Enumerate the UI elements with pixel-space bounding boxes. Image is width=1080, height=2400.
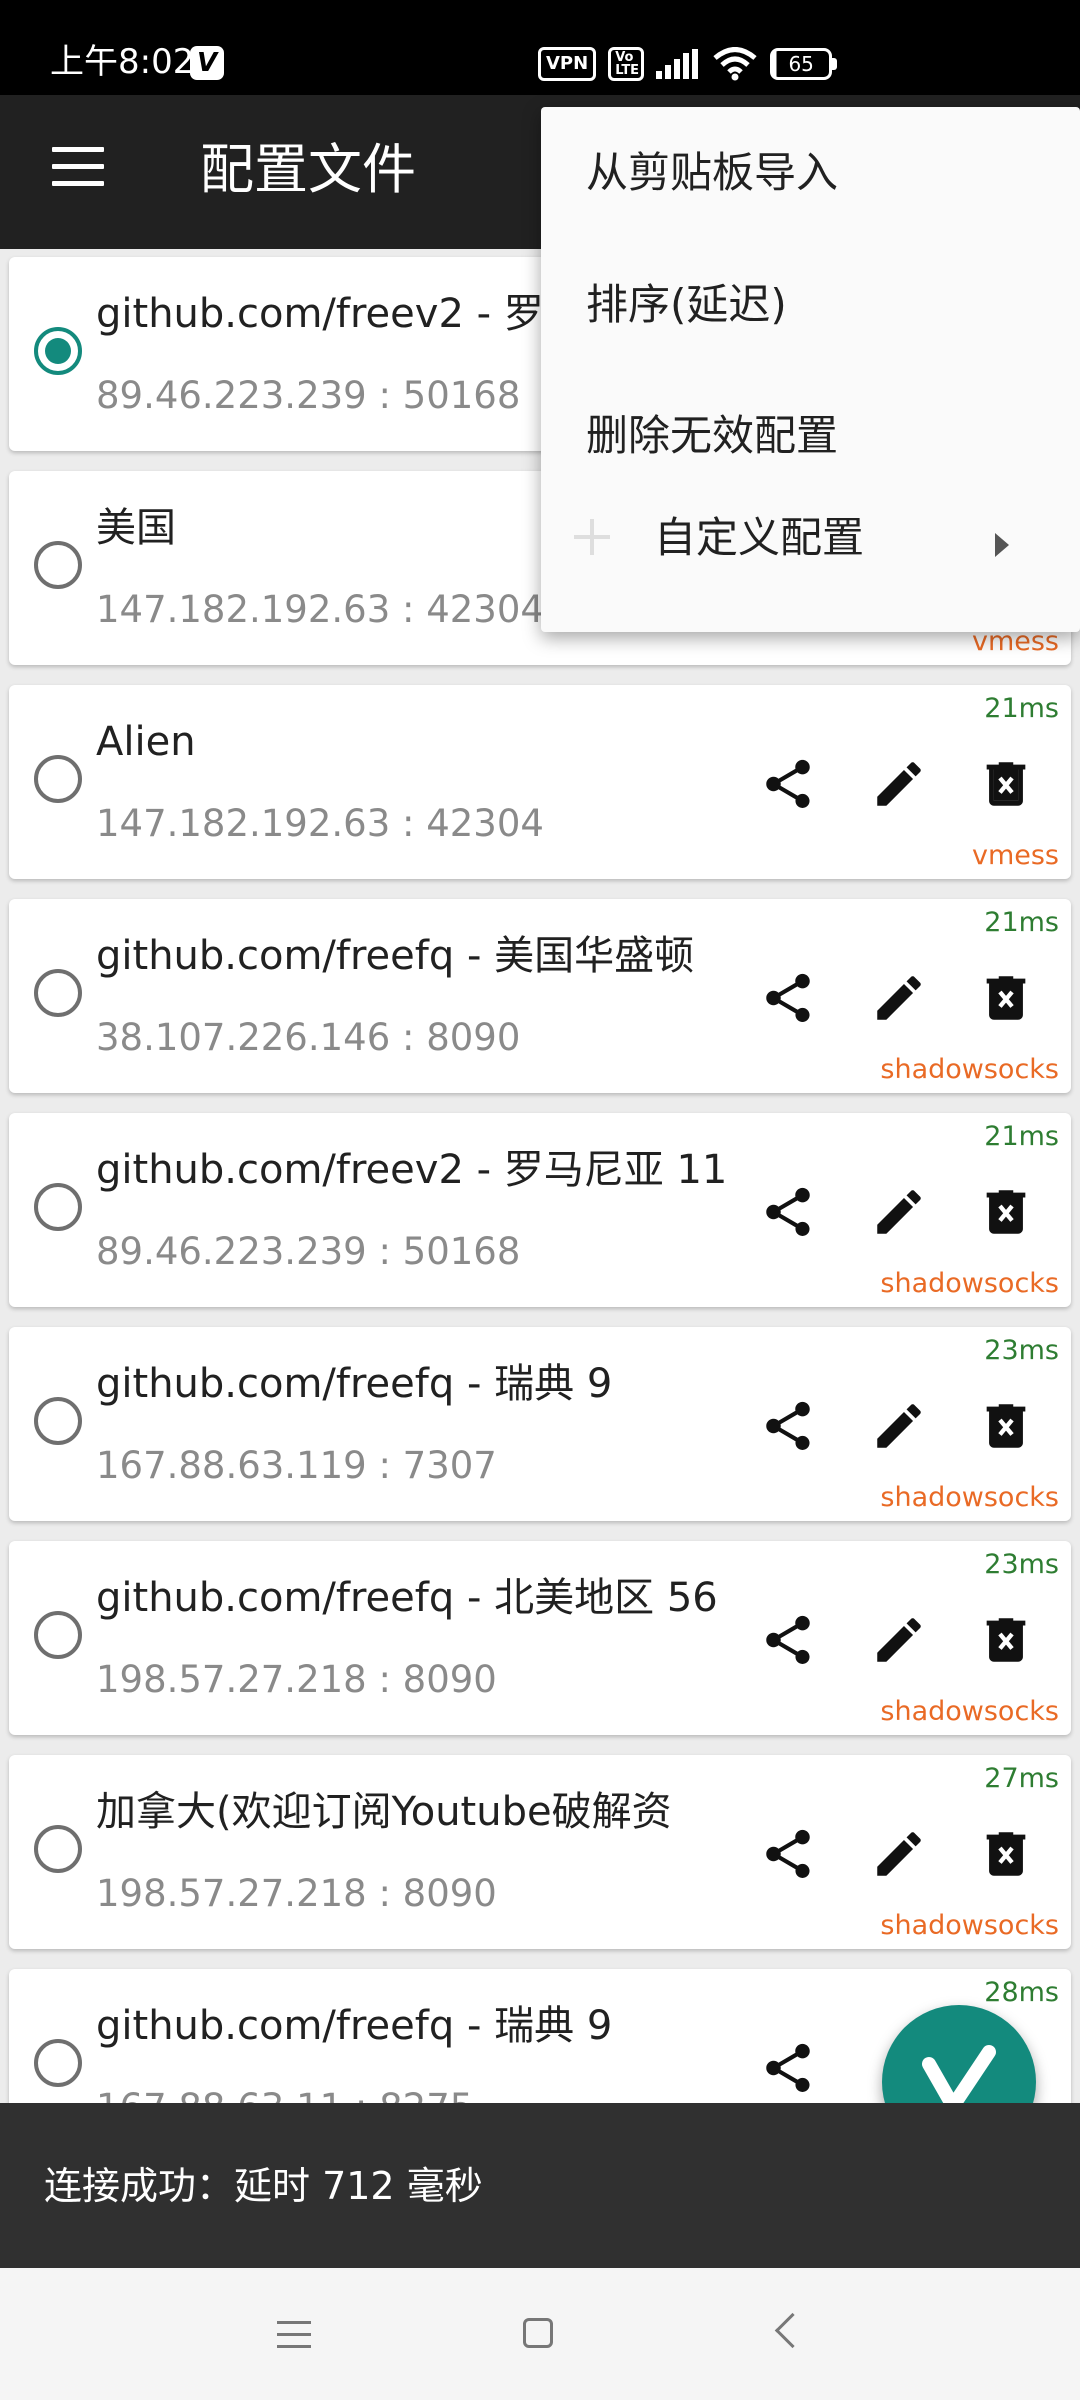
server-name: github.com/freefq - 瑞典 9 <box>96 2003 613 2049</box>
wifi-icon <box>713 47 757 81</box>
protocol-label: shadowsocks <box>880 1054 1059 1085</box>
server-address: 198.57.27.218 : 8090 <box>96 1872 497 1915</box>
edit-icon[interactable] <box>870 1397 928 1455</box>
server-name: github.com/freefq - 瑞典 9 <box>96 1361 613 1407</box>
share-icon[interactable] <box>759 2039 817 2097</box>
latency-label: 21ms <box>984 1121 1059 1152</box>
delete-icon[interactable] <box>977 755 1035 813</box>
menu-delete-invalid[interactable]: 删除无效配置 <box>586 408 838 464</box>
signal-icon <box>656 49 699 79</box>
server-address: 147.182.192.63 : 42304 <box>96 802 544 845</box>
nav-back-icon[interactable] <box>774 2312 811 2349</box>
server-name: github.com/freefq - 北美地区 56 <box>96 1575 718 1621</box>
select-radio[interactable] <box>34 1611 82 1659</box>
edit-icon[interactable] <box>870 755 928 813</box>
server-name: 美国 <box>96 505 176 551</box>
page-title: 配置文件 <box>200 138 416 201</box>
server-card[interactable]: github.com/freefq - 北美地区 56 198.57.27.21… <box>9 1541 1071 1735</box>
server-name: 加拿大(欢迎订阅Youtube破解资 <box>96 1789 672 1835</box>
volte-icon: Vo LTE <box>608 47 645 81</box>
server-address: 38.107.226.146 : 8090 <box>96 1016 521 1059</box>
v2ray-status-icon: V <box>190 46 224 80</box>
server-card[interactable]: github.com/freefq - 美国华盛顿 38.107.226.146… <box>9 899 1071 1093</box>
protocol-label: shadowsocks <box>880 1482 1059 1513</box>
status-bar: 上午8:02 V VPN Vo LTE 65 <box>0 0 1080 95</box>
select-radio[interactable] <box>34 541 82 589</box>
menu-custom-config[interactable]: 自定义配置 <box>654 510 864 566</box>
plus-icon <box>574 519 610 555</box>
submenu-arrow-icon <box>995 533 1009 557</box>
latency-label: 23ms <box>984 1335 1059 1366</box>
select-radio[interactable] <box>34 1183 82 1231</box>
snackbar-message: 连接成功：延时 712 毫秒 <box>44 2164 483 2208</box>
share-icon[interactable] <box>759 1611 817 1669</box>
server-card[interactable]: github.com/freefq - 瑞典 9 167.88.63.119 :… <box>9 1327 1071 1521</box>
latency-label: 27ms <box>984 1763 1059 1794</box>
status-icons: VPN Vo LTE 65 <box>538 46 838 82</box>
menu-import-clipboard[interactable]: 从剪贴板导入 <box>586 145 838 201</box>
protocol-label: shadowsocks <box>880 1910 1059 1941</box>
delete-icon[interactable] <box>977 969 1035 1027</box>
latency-label: 21ms <box>984 907 1059 938</box>
hamburger-menu-icon[interactable] <box>52 147 104 187</box>
protocol-label: shadowsocks <box>880 1268 1059 1299</box>
delete-icon[interactable] <box>977 1183 1035 1241</box>
menu-sort-latency[interactable]: 排序(延迟) <box>586 277 787 333</box>
vpn-icon: VPN <box>538 47 597 81</box>
system-nav-bar <box>0 2268 1080 2400</box>
nav-home-icon[interactable] <box>523 2318 553 2348</box>
server-card[interactable]: github.com/freev2 - 罗马尼亚 11 89.46.223.23… <box>9 1113 1071 1307</box>
server-card[interactable]: Alien 147.182.192.63 : 42304 21ms vmess <box>9 685 1071 879</box>
server-address: 89.46.223.239 : 50168 <box>96 1230 521 1273</box>
server-card[interactable]: 加拿大(欢迎订阅Youtube破解资 198.57.27.218 : 8090 … <box>9 1755 1071 1949</box>
battery-icon: 65 <box>770 48 838 80</box>
protocol-label: shadowsocks <box>880 1696 1059 1727</box>
select-radio[interactable] <box>34 1825 82 1873</box>
edit-icon[interactable] <box>870 969 928 1027</box>
select-radio[interactable] <box>34 1397 82 1445</box>
select-radio[interactable] <box>34 327 82 375</box>
server-address: 147.182.192.63 : 42304 <box>96 588 544 631</box>
share-icon[interactable] <box>759 1397 817 1455</box>
server-address: 198.57.27.218 : 8090 <box>96 1658 497 1701</box>
delete-icon[interactable] <box>977 1611 1035 1669</box>
status-snackbar: 连接成功：延时 712 毫秒 <box>0 2103 1080 2268</box>
overflow-menu: 从剪贴板导入 排序(延迟) 删除无效配置 自定义配置 <box>541 107 1080 632</box>
server-address: 167.88.63.11 : 8275 <box>96 2084 473 2103</box>
server-name: github.com/freefq - 美国华盛顿 <box>96 933 695 979</box>
edit-icon[interactable] <box>870 1611 928 1669</box>
delete-icon[interactable] <box>977 1397 1035 1455</box>
server-address: 167.88.63.119 : 7307 <box>96 1444 497 1487</box>
share-icon[interactable] <box>759 969 817 1027</box>
server-address: 89.46.223.239 : 50168 <box>96 374 521 417</box>
edit-icon[interactable] <box>870 1183 928 1241</box>
select-radio[interactable] <box>34 755 82 803</box>
protocol-label: vmess <box>971 840 1059 871</box>
select-radio[interactable] <box>34 969 82 1017</box>
server-name: Alien <box>96 719 196 765</box>
edit-icon[interactable] <box>870 1825 928 1883</box>
battery-level: 65 <box>770 48 833 80</box>
latency-label: 21ms <box>984 693 1059 724</box>
delete-icon[interactable] <box>977 1825 1035 1883</box>
select-radio[interactable] <box>34 2039 82 2087</box>
share-icon[interactable] <box>759 1825 817 1883</box>
latency-label: 23ms <box>984 1549 1059 1580</box>
latency-label: 28ms <box>984 1977 1059 2008</box>
share-icon[interactable] <box>759 755 817 813</box>
share-icon[interactable] <box>759 1183 817 1241</box>
nav-recents-icon[interactable] <box>277 2321 311 2349</box>
server-name: github.com/freev2 - 罗马尼亚 11 <box>96 1147 728 1193</box>
status-time: 上午8:02 <box>50 42 195 82</box>
